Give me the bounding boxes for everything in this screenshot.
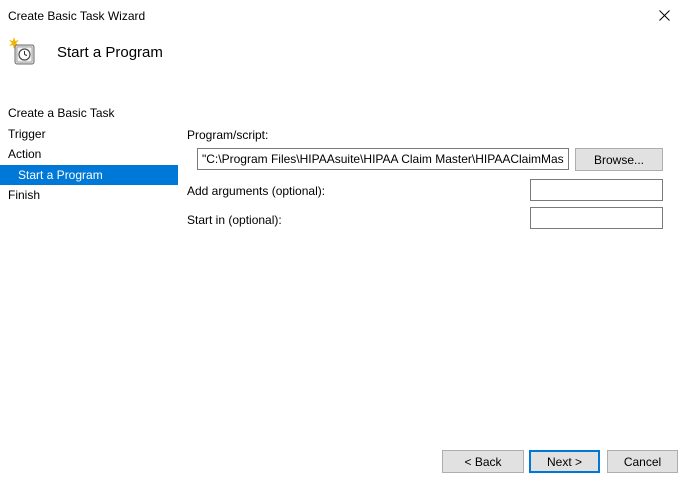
- add-arguments-label: Add arguments (optional):: [187, 184, 326, 198]
- step-trigger: Trigger: [0, 124, 178, 145]
- program-script-label: Program/script:: [187, 128, 269, 142]
- step-label: Action: [8, 147, 42, 161]
- step-create-basic-task: Create a Basic Task: [0, 103, 178, 124]
- start-in-input[interactable]: [530, 207, 663, 229]
- browse-button[interactable]: Browse...: [575, 148, 663, 171]
- wizard-window: Create Basic Task Wizard Start a Program: [0, 0, 681, 478]
- start-in-label: Start in (optional):: [187, 213, 282, 227]
- title-bar: Create Basic Task Wizard: [0, 0, 681, 30]
- close-button[interactable]: [647, 0, 681, 30]
- step-label: Create a Basic Task: [8, 106, 115, 120]
- cancel-button[interactable]: Cancel: [607, 450, 678, 473]
- wizard-steps: Create a Basic Task Trigger Action Start…: [0, 103, 178, 206]
- window-title: Create Basic Task Wizard: [8, 9, 146, 23]
- step-finish: Finish: [0, 185, 178, 206]
- close-icon: [658, 9, 670, 21]
- wizard-header: Start a Program: [0, 30, 681, 100]
- step-action: Action: [0, 144, 178, 165]
- back-button[interactable]: < Back: [442, 450, 524, 473]
- task-scheduler-clock-icon: [9, 37, 35, 65]
- page-title: Start a Program: [57, 44, 163, 61]
- next-button[interactable]: Next >: [529, 450, 600, 473]
- step-label: Trigger: [8, 126, 46, 141]
- step-label: Finish: [8, 188, 41, 202]
- step-label: Start a Program: [18, 167, 103, 182]
- add-arguments-input[interactable]: [530, 179, 663, 201]
- step-start-a-program: Start a Program: [0, 164, 178, 185]
- program-script-input[interactable]: [197, 148, 569, 170]
